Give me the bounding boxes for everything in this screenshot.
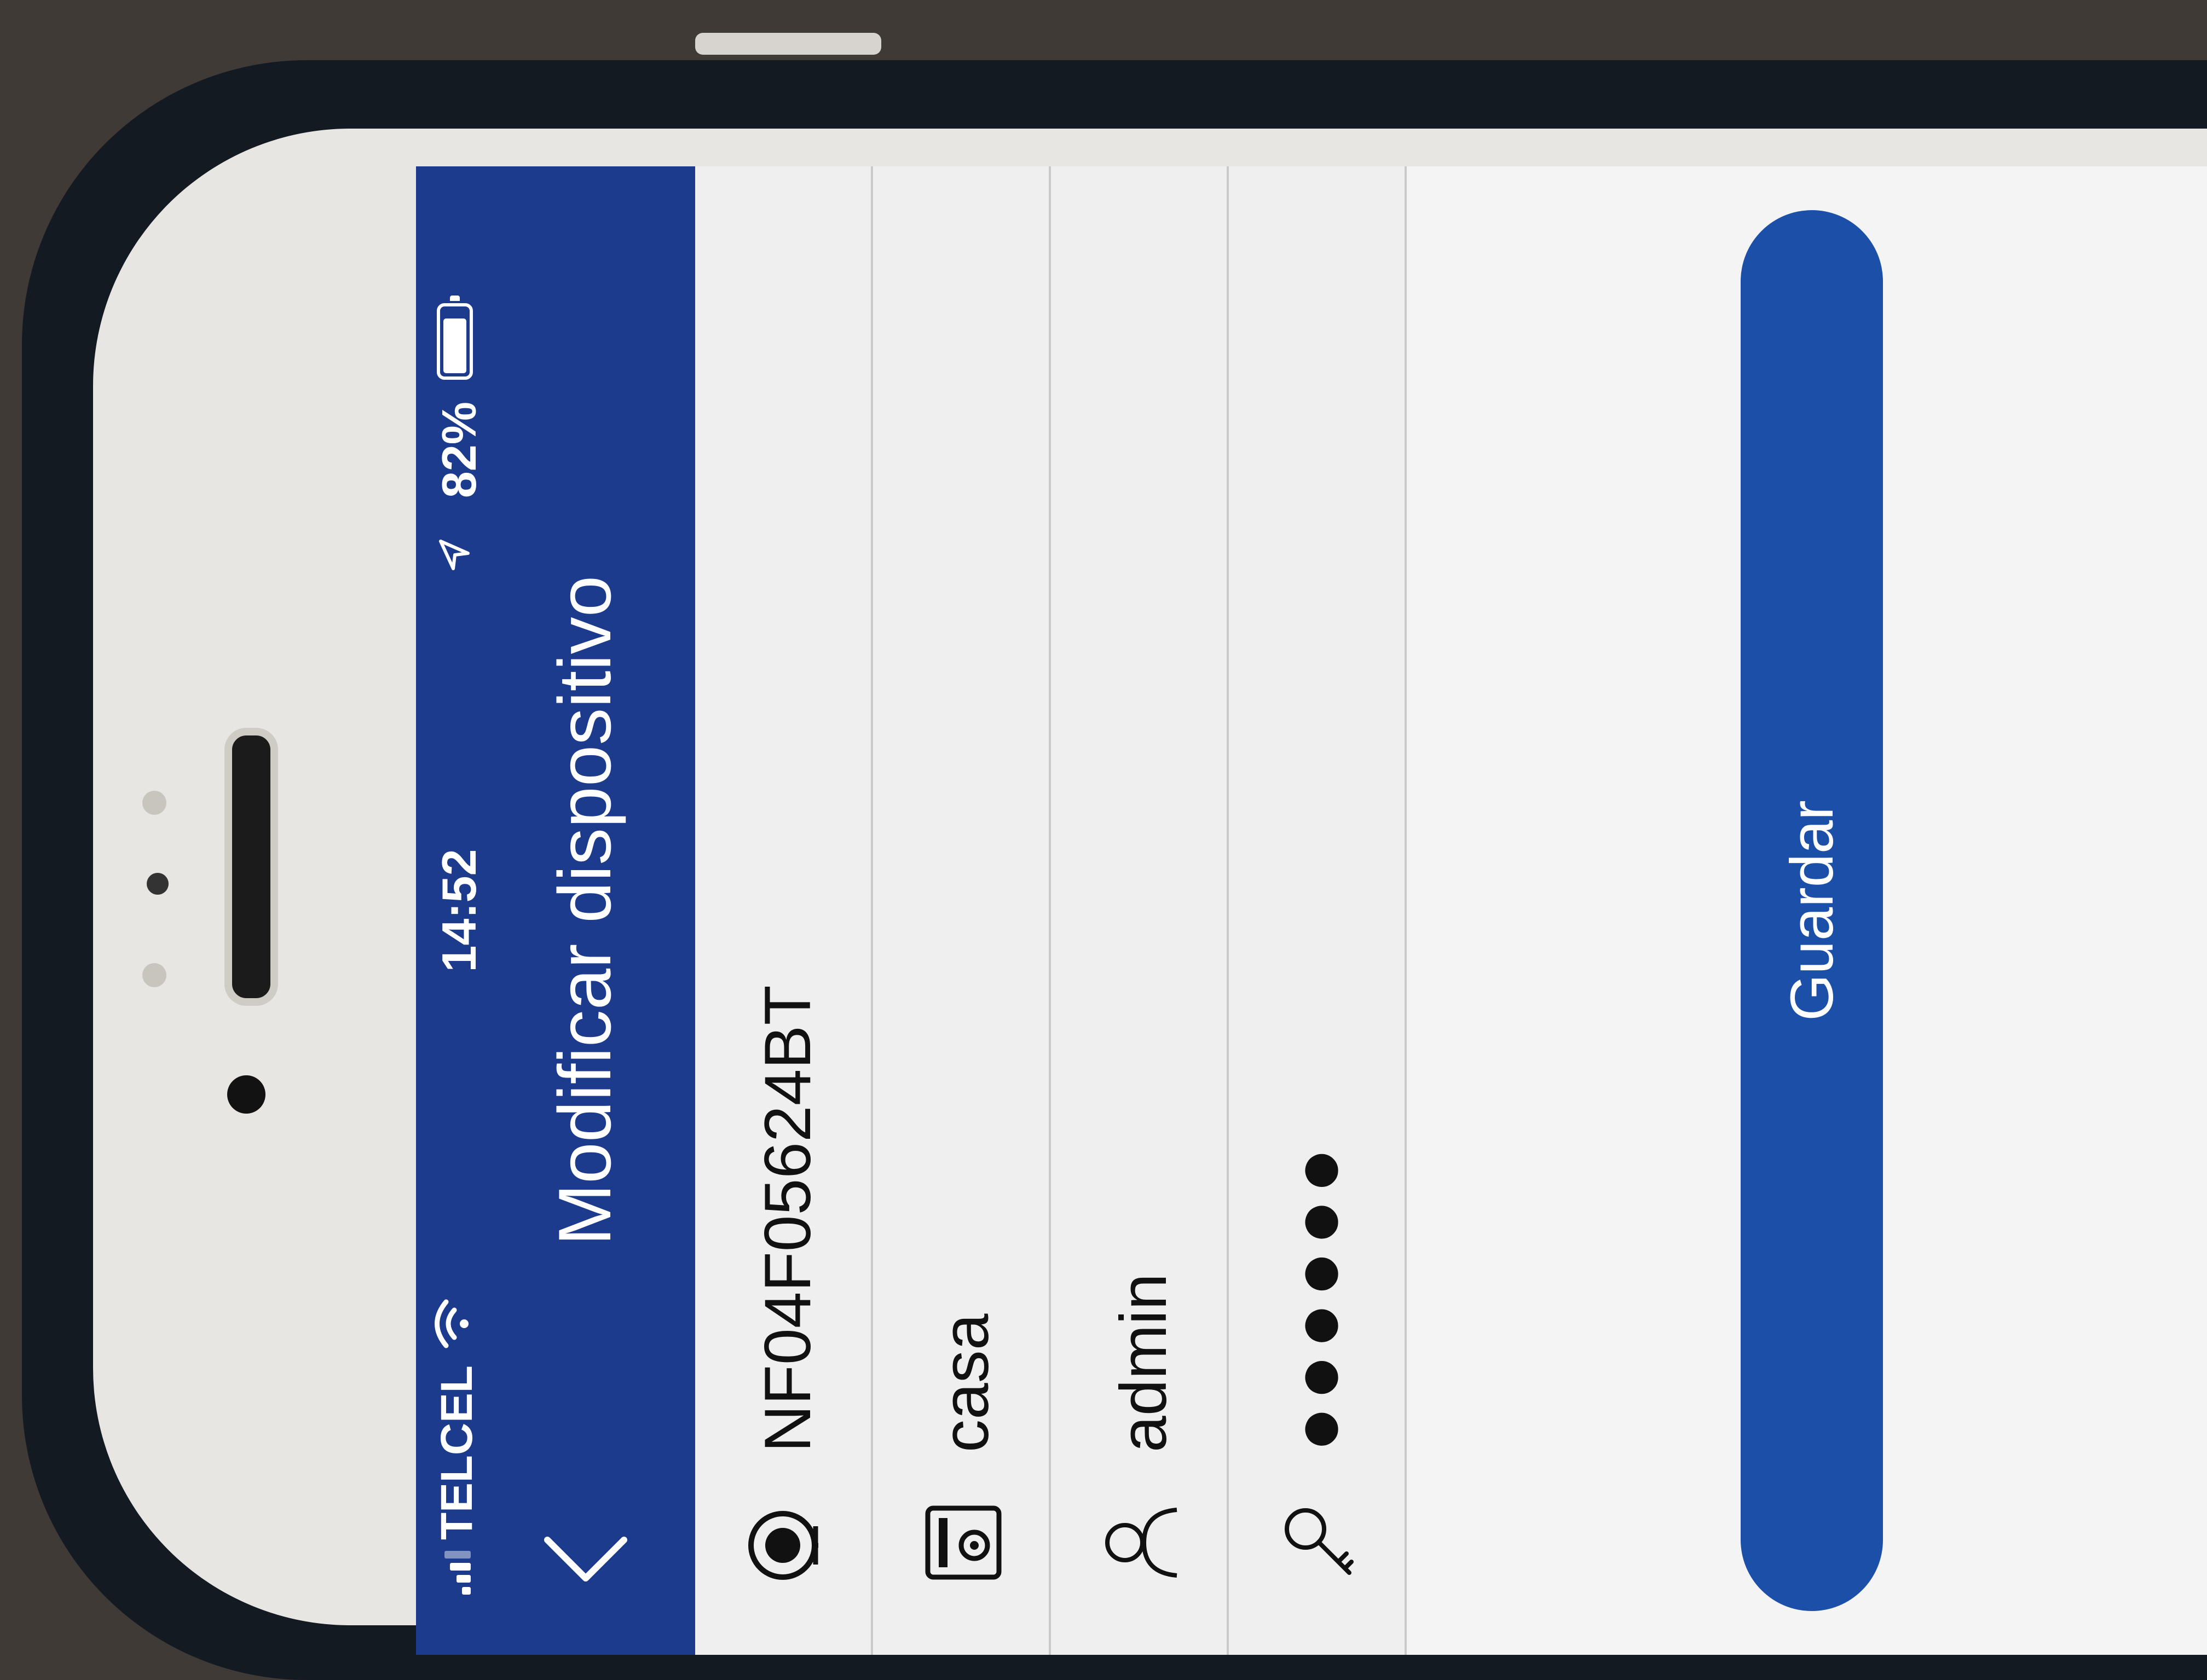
light-sensor [147, 873, 169, 895]
battery-percentage: 82% [432, 402, 486, 499]
page-title: Modificar dispositivo [543, 575, 626, 1246]
battery-icon [437, 296, 473, 380]
user-icon [1105, 1508, 1177, 1578]
phone-side-button [695, 33, 881, 55]
ambient-sensor [142, 963, 166, 987]
password-row[interactable]: ●●●●●● [1229, 166, 1407, 1655]
status-time: 14:52 [432, 849, 486, 972]
navigation-bar: Modificar dispositivo [487, 166, 695, 1655]
location-icon [439, 540, 470, 570]
username-row[interactable]: admin [1051, 166, 1229, 1655]
app-header: TELCEL 14:52 82% Modificar dispositivo [416, 166, 695, 1655]
front-camera [227, 1075, 265, 1114]
save-button[interactable]: Guardar [1741, 210, 1883, 1611]
camera-icon [748, 1511, 818, 1580]
username-value[interactable]: admin [1106, 1273, 1181, 1452]
proximity-sensor [142, 791, 166, 815]
status-bar: TELCEL 14:52 82% [416, 166, 487, 1655]
key-icon [1285, 1508, 1354, 1575]
device-serial-row[interactable]: NF04F05624BT [695, 166, 873, 1655]
device-name-value[interactable]: casa [928, 1314, 1003, 1452]
app-screen: TELCEL 14:52 82% Modificar dispositivo N… [416, 166, 2207, 1655]
earpiece-speaker [224, 728, 278, 1006]
device-name-row[interactable]: casa [873, 166, 1051, 1655]
device-serial-value[interactable]: NF04F05624BT [750, 985, 825, 1452]
password-value[interactable]: ●●●●●● [1273, 1142, 1361, 1452]
device-icon [925, 1505, 1002, 1580]
